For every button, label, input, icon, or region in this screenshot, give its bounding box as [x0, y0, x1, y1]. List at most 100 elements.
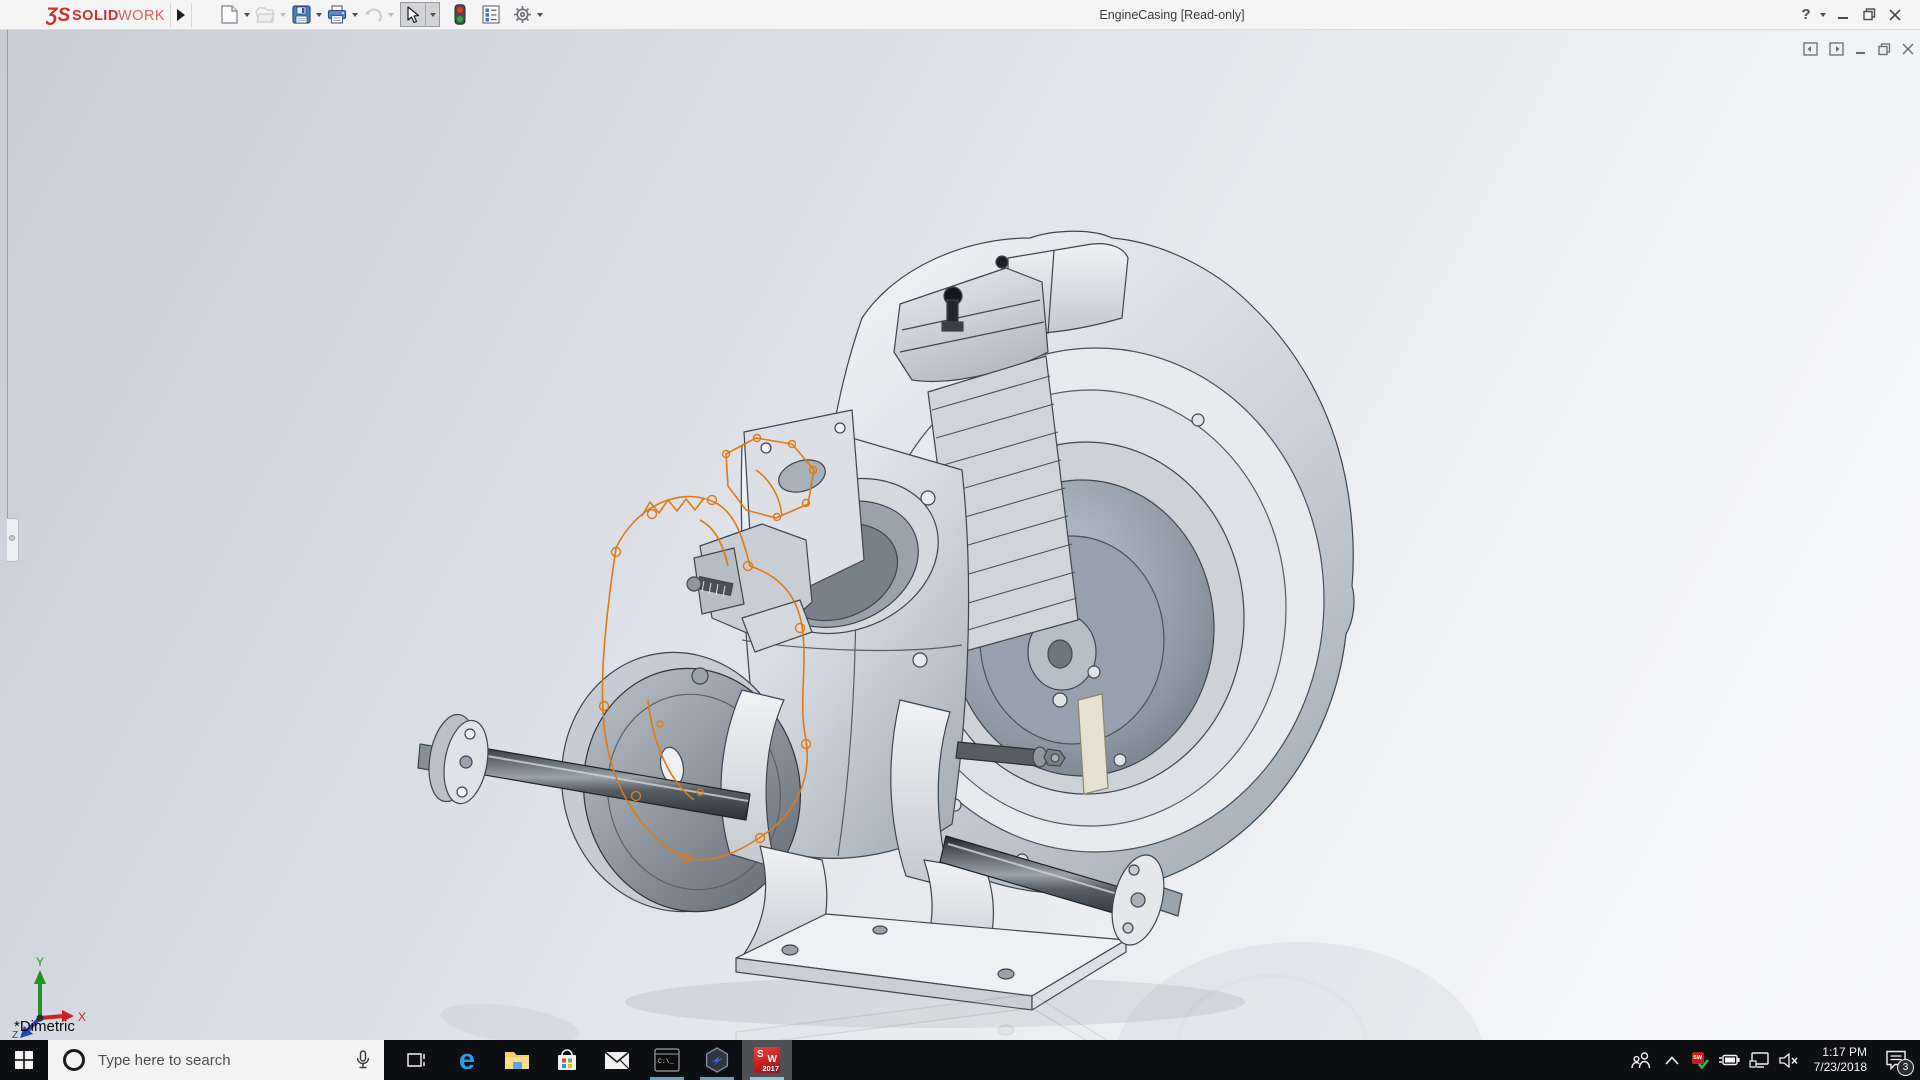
collapse-pane-left-button[interactable] — [1803, 42, 1818, 56]
flyout-arrow-icon — [177, 9, 185, 21]
taskbar-store-button[interactable] — [542, 1040, 592, 1080]
doc-close-button[interactable] — [1902, 43, 1914, 55]
rebuild-traffic-light-icon — [454, 4, 466, 25]
sw-cube-year: 2017 — [762, 1064, 779, 1073]
battery-plug-icon — [1718, 1053, 1740, 1067]
taskbar-hex-app-button[interactable] — [692, 1040, 742, 1080]
undo-button[interactable] — [362, 3, 384, 27]
undo-arrow-icon — [363, 7, 383, 23]
select-tool-group — [400, 2, 440, 27]
print-icon — [327, 5, 347, 24]
close-button[interactable] — [1882, 0, 1908, 30]
taskbar-edge-button[interactable]: e — [442, 1040, 492, 1080]
cmd-label: C:\_ — [658, 1058, 674, 1065]
clock-date: 7/23/2018 — [1814, 1060, 1867, 1075]
menu-flyout-button[interactable] — [170, 3, 192, 27]
open-button[interactable] — [254, 3, 276, 27]
graphics-viewport[interactable]: Y X Z *Dimetric — [0, 30, 1920, 1040]
taskbar-file-explorer-button[interactable] — [492, 1040, 542, 1080]
taskbar-cmd-button[interactable]: C:\_ — [642, 1040, 692, 1080]
undo-dropdown[interactable] — [384, 3, 398, 27]
edge-icon: e — [459, 1046, 475, 1075]
green-check-icon — [1698, 1059, 1709, 1069]
window-controls: ? — [1796, 0, 1920, 30]
taskbar-mail-button[interactable] — [592, 1040, 642, 1080]
action-center-button[interactable]: 3 — [1876, 1040, 1916, 1080]
help-dropdown[interactable] — [1816, 3, 1830, 27]
solidworks-status-tray[interactable]: SW — [1686, 1040, 1714, 1080]
store-icon — [556, 1048, 578, 1072]
task-view-button[interactable] — [392, 1040, 442, 1080]
expand-pane-right-button[interactable] — [1829, 42, 1844, 56]
select-tool-dropdown[interactable] — [425, 3, 439, 27]
logo-swoosh: ƷS — [46, 5, 71, 26]
select-cursor-icon — [406, 6, 420, 24]
print-button[interactable] — [326, 3, 348, 27]
windows-logo-icon — [15, 1051, 33, 1069]
save-dropdown[interactable] — [312, 3, 326, 27]
clock-time: 1:17 PM — [1814, 1045, 1867, 1060]
notification-badge: 3 — [1897, 1059, 1914, 1076]
engine-casing-model — [0, 30, 1920, 1040]
doc-restore-button[interactable] — [1878, 43, 1891, 56]
doc-minimize-button[interactable] — [1855, 43, 1867, 55]
solidworks-logo: ƷS SOLID WORKS — [46, 0, 164, 30]
file-properties-button[interactable] — [480, 3, 502, 27]
sw-cube-s: S — [757, 1049, 764, 1060]
minimize-button[interactable] — [1830, 0, 1856, 30]
volume-status[interactable] — [1774, 1040, 1804, 1080]
triad-y-label: Y — [36, 955, 44, 969]
help-button[interactable]: ? — [1796, 0, 1816, 30]
file-properties-icon — [482, 5, 500, 24]
hexagon-app-icon — [704, 1047, 730, 1073]
model-geometry — [418, 231, 1354, 1010]
rebuild-button[interactable] — [449, 3, 471, 27]
new-document-dropdown[interactable] — [240, 3, 254, 27]
save-button[interactable] — [290, 3, 312, 27]
taskbar-solidworks-button[interactable]: S W 2017 — [742, 1040, 792, 1080]
microphone-icon[interactable] — [356, 1050, 370, 1070]
system-tray: SW — [1624, 1040, 1920, 1080]
options-dropdown[interactable] — [533, 3, 547, 27]
new-document-button[interactable] — [218, 3, 240, 27]
options-gear-icon — [513, 5, 532, 24]
people-icon — [1631, 1051, 1651, 1069]
panel-splitter-handle[interactable] — [7, 518, 19, 562]
restore-icon — [1863, 8, 1876, 21]
options-button[interactable] — [511, 3, 533, 27]
power-status[interactable] — [1714, 1040, 1744, 1080]
tray-overflow-button[interactable] — [1658, 1040, 1686, 1080]
feature-panel-edge — [7, 30, 8, 562]
start-button[interactable] — [0, 1040, 48, 1080]
close-icon — [1889, 9, 1901, 21]
people-button[interactable] — [1624, 1040, 1658, 1080]
titlebar: ƷS SOLID WORKS — [0, 0, 1920, 30]
solidworks-tray-icon: SW — [1692, 1052, 1708, 1068]
select-tool-button[interactable] — [401, 3, 425, 27]
network-status[interactable] — [1744, 1040, 1774, 1080]
cortana-icon[interactable] — [63, 1049, 85, 1071]
mail-icon — [604, 1051, 630, 1070]
logo-text-bold: SOLID — [72, 8, 119, 24]
command-prompt-icon: C:\_ — [654, 1048, 680, 1072]
minimize-icon — [1837, 9, 1849, 21]
restore-button[interactable] — [1856, 0, 1882, 30]
print-dropdown[interactable] — [348, 3, 362, 27]
quick-access-toolbar — [218, 0, 547, 30]
task-view-icon — [407, 1050, 427, 1070]
triad-x-label: X — [78, 1010, 86, 1024]
solidworks-app-icon: S W 2017 — [754, 1047, 780, 1073]
save-floppy-icon — [292, 5, 311, 24]
splitter-dot — [9, 535, 15, 541]
taskbar-clock[interactable]: 1:17 PM 7/23/2018 — [1814, 1045, 1867, 1075]
network-icon — [1749, 1052, 1769, 1068]
new-document-icon — [221, 5, 238, 24]
view-orientation-label: *Dimetric — [14, 1018, 75, 1035]
open-dropdown[interactable] — [276, 3, 290, 27]
document-window-controls — [1803, 42, 1914, 56]
search-input[interactable] — [98, 1052, 356, 1069]
taskbar-search[interactable] — [48, 1040, 384, 1080]
chevron-up-icon — [1665, 1056, 1679, 1065]
taskbar-app-icons: e — [392, 1040, 792, 1080]
open-folder-icon — [255, 6, 275, 23]
